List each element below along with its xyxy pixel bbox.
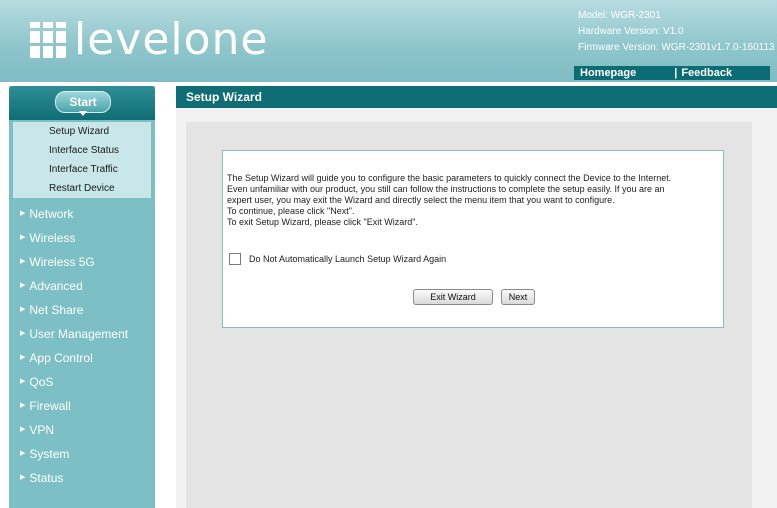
sidebar-item-label: Wireless 5G [29,255,95,269]
submenu-interface-status[interactable]: Interface Status [13,141,151,160]
sidebar-item-network[interactable]: ▶ Network [9,202,155,226]
sidebar-menu: ▶ Network ▶ Wireless ▶ Wireless 5G ▶ Advance… [9,202,155,490]
sidebar-item-net-share[interactable]: ▶ Net Share [9,298,155,322]
auto-launch-checkbox[interactable] [229,253,241,265]
sidebar-item-user-management[interactable]: ▶ User Management [9,322,155,346]
page-title: Setup Wizard [186,90,262,104]
description-line: Even unfamiliar with our product, you st… [227,184,665,194]
sidebar-item-label: Advanced [29,279,83,293]
sidebar-item-label: Net Share [29,303,84,317]
arrow-right-icon: ▶ [20,330,26,337]
sidebar-item-label: System [29,447,70,461]
logo-text: levelone [74,14,269,65]
start-header: Start [9,86,155,120]
description-line: To continue, please click "Next". [227,206,355,216]
sidebar-item-wireless-5g[interactable]: ▶ Wireless 5G [9,250,155,274]
arrow-right-icon: ▶ [20,426,26,433]
sidebar-item-vpn[interactable]: ▶ VPN [9,418,155,442]
arrow-right-icon: ▶ [20,306,26,313]
next-button[interactable]: Next [501,289,535,305]
arrow-right-icon: ▶ [20,258,26,265]
sidebar-item-label: Wireless [29,231,76,245]
firmware-version-text: Firmware Version: WGR-2301v1.7.0-160113 [578,42,775,53]
description-line: expert user, you may exit the Wizard and… [227,195,615,205]
arrow-right-icon: ▶ [20,234,26,241]
arrow-right-icon: ▶ [20,282,26,289]
auto-launch-option: Do Not Automatically Launch Setup Wizard… [229,253,446,265]
sidebar-item-label: Status [29,471,64,485]
auto-launch-label: Do Not Automatically Launch Setup Wizard… [249,254,447,264]
sidebar: Start Setup Wizard Interface Status Inte… [9,86,155,508]
arrow-right-icon: ▶ [20,450,26,457]
submenu-restart-device[interactable]: Restart Device [13,179,151,198]
arrow-right-icon: ▶ [20,402,26,409]
header: levelone Model: WGR-2301 Hardware Versio… [0,0,777,82]
model-text: Model: WGR-2301 [578,10,661,21]
start-button[interactable]: Start [55,91,111,116]
sidebar-item-qos[interactable]: ▶ QoS [9,370,155,394]
arrow-right-icon: ▶ [20,354,26,361]
sidebar-item-label: User Management [29,327,129,341]
arrow-right-icon: ▶ [20,210,26,217]
description-line: The Setup Wizard will guide you to confi… [227,173,672,183]
sidebar-item-label: VPN [29,423,55,437]
homepage-link[interactable]: Homepage [580,67,636,79]
arrow-right-icon: ▶ [20,474,26,481]
page-title-bar: Setup Wizard [176,86,777,108]
wizard-description: The Setup Wizard will guide you to confi… [227,173,719,228]
top-links: Homepage | Feedback [574,66,770,80]
sidebar-item-advanced[interactable]: ▶ Advanced [9,274,155,298]
sidebar-item-label: QoS [29,375,54,389]
sidebar-item-firewall[interactable]: ▶ Firewall [9,394,155,418]
hardware-version-text: Hardware Version: V1.0 [578,26,684,37]
start-submenu: Setup Wizard Interface Status Interface … [13,122,151,198]
sidebar-item-app-control[interactable]: ▶ App Control [9,346,155,370]
sidebar-item-system[interactable]: ▶ System [9,442,155,466]
feedback-link[interactable]: Feedback [681,67,732,79]
description-line: To exit Setup Wizard, please click "Exit… [227,217,418,227]
sidebar-item-label: App Control [29,351,93,365]
levelone-logo: levelone [30,18,269,62]
sidebar-item-label: Network [29,207,74,221]
sidebar-item-status[interactable]: ▶ Status [9,466,155,490]
exit-wizard-button[interactable]: Exit Wizard [413,289,493,305]
arrow-right-icon: ▶ [20,378,26,385]
submenu-interface-traffic[interactable]: Interface Traffic [13,160,151,179]
link-separator: | [674,67,678,79]
device-info: Model: WGR-2301 Hardware Version: V1.0 F… [578,8,775,56]
submenu-setup-wizard[interactable]: Setup Wizard [13,122,151,141]
sidebar-item-wireless[interactable]: ▶ Wireless [9,226,155,250]
logo-mark-icon [30,22,66,58]
setup-wizard-panel: The Setup Wizard will guide you to confi… [222,150,724,328]
sidebar-item-label: Firewall [29,399,71,413]
